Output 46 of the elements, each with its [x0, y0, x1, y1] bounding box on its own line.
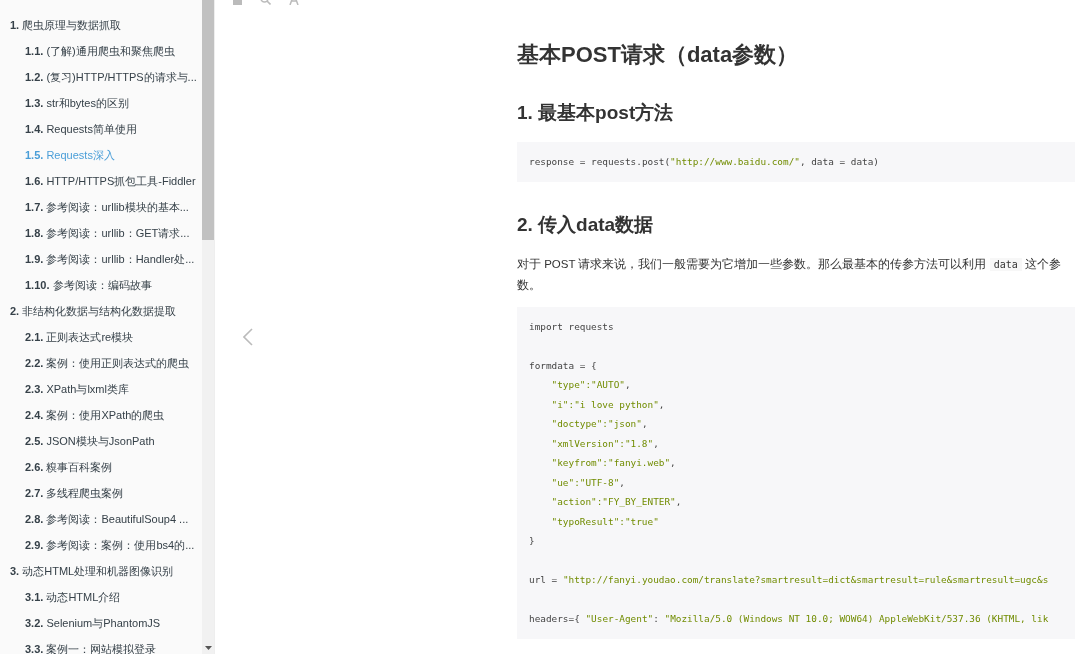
- code-line: headers={ "User-Agent": "Mozilla/5.0 (Windows NT 10.0; WOW64) AppleWebKit/537.36 (KHTML, lik: [529, 612, 1049, 626]
- toc-item[interactable]: 1.6. HTTP/HTTPS抓包工具-Fiddler: [0, 168, 202, 194]
- toc-item[interactable]: 3.3. 案例一：网站模拟登录: [0, 636, 202, 654]
- toc-item[interactable]: 3. 动态HTML处理和机器图像识别: [0, 558, 202, 584]
- toc-item[interactable]: 1.3. str和bytes的区别: [0, 90, 202, 116]
- code-line: url = "http://fanyi.youdao.com/translate?smartresult=dict&smartresult=rule&smartresult=ugc&s: [529, 573, 1049, 587]
- scroll-down-icon[interactable]: [204, 646, 212, 650]
- toc-item[interactable]: 2.1. 正则表达式re模块: [0, 324, 202, 350]
- toc-item[interactable]: 1.8. 参考阅读：urllib：GET请求...: [0, 220, 202, 246]
- code-line: response = requests.post("http://www.baidu.com/", data = data): [529, 155, 879, 169]
- code-line: "ue":"UTF-8",: [551, 475, 625, 490]
- code-line: "keyfrom":"fanyi.web",: [551, 456, 676, 470]
- toc-item[interactable]: 2.5. JSON模块与JsonPath: [0, 428, 202, 454]
- toc-item[interactable]: 2. 非结构化数据与结构化数据提取: [0, 298, 202, 324]
- toc-item[interactable]: 1.2. (复习)HTTP/HTTPS的请求与...: [0, 64, 202, 90]
- toc-item[interactable]: 2.8. 参考阅读：BeautifulSoup4 ...: [0, 506, 202, 532]
- toc-item[interactable]: 2.7. 多线程爬虫案例: [0, 480, 202, 506]
- toc-item[interactable]: 2.6. 糗事百科案例: [0, 454, 202, 480]
- toc-item[interactable]: 2.9. 参考阅读：案例：使用bs4的...: [0, 532, 202, 558]
- code-line: "type":"AUTO",: [551, 378, 631, 392]
- toc-item[interactable]: 2.2. 案例：使用正则表达式的爬虫: [0, 350, 202, 376]
- code-line: "xmlVersion":"1.8",: [551, 436, 659, 451]
- chevron-left-icon[interactable]: [243, 328, 253, 346]
- toc-item[interactable]: 1.7. 参考阅读：urllib模块的基本...: [0, 194, 202, 220]
- toc-item[interactable]: 1. 爬虫原理与数据抓取: [0, 12, 202, 38]
- code-line: "i":"i love python",: [551, 397, 665, 412]
- code-line: "typoResult":"true": [551, 514, 659, 529]
- scrollbar-thumb[interactable]: [202, 0, 214, 240]
- article-title: 基本POST请求（data参数）: [517, 41, 799, 69]
- toc-item[interactable]: 3.1. 动态HTML介绍: [0, 584, 202, 610]
- toc-item[interactable]: 1.1. (了解)通用爬虫和聚焦爬虫: [0, 38, 202, 64]
- paragraph: 对于 POST 请求来说，我们一般需要为它增加一些参数。那么最基本的传参方法可以利用 data 这个参数。: [517, 256, 1062, 293]
- toc-item[interactable]: 3.2. Selenium与PhantomJS: [0, 610, 202, 636]
- toc-item[interactable]: 2.3. XPath与lxml类库: [0, 376, 202, 402]
- section-heading: 1. 最基本post方法: [517, 101, 674, 125]
- toc-item[interactable]: 1.10. 参考阅读：编码故事: [0, 272, 202, 298]
- code-line: }: [529, 534, 535, 548]
- toc-item[interactable]: 1.4. Requests简单使用: [0, 116, 202, 142]
- toc-item[interactable]: 1.9. 参考阅读：urllib：Handler处...: [0, 246, 202, 272]
- code-line: import requests: [529, 319, 614, 334]
- code-line: formdata = {: [529, 358, 597, 373]
- toc-item[interactable]: 2.4. 案例：使用XPath的爬虫: [0, 402, 202, 428]
- code-line: "doctype":"json",: [551, 417, 648, 431]
- scrollbar[interactable]: [202, 0, 214, 654]
- section-heading: 2. 传入data数据: [517, 212, 654, 237]
- code-line: "action":"FY_BY_ENTER",: [551, 495, 682, 509]
